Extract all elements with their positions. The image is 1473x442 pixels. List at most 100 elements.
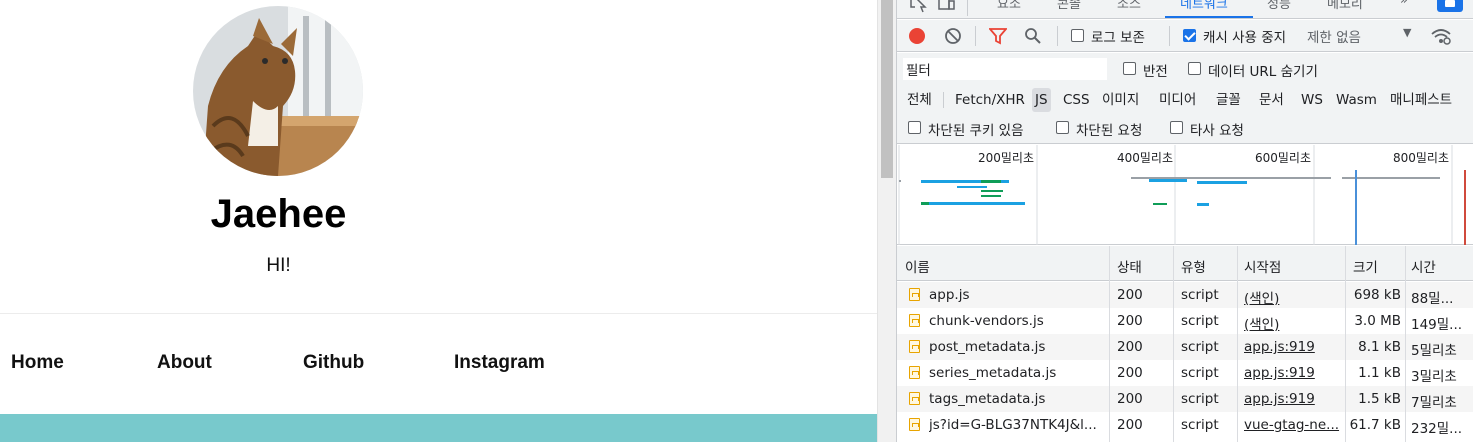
cell-status: 200 bbox=[1117, 339, 1143, 355]
tick-label-400ms: 400밀리초 bbox=[1117, 151, 1173, 165]
table-row[interactable]: app.js 200 script (색인) 698 kB 88밀... bbox=[897, 282, 1473, 308]
cell-status: 200 bbox=[1117, 287, 1143, 303]
tab-elements[interactable]: 요소 bbox=[997, 0, 1021, 12]
devtools-panel: 요소 콘솔 소스 네트워크 성능 메모리 » 로그 보존 캐시 사용 중지 제한… bbox=[896, 0, 1473, 442]
cell-type: script bbox=[1181, 287, 1219, 303]
cell-type: script bbox=[1181, 365, 1219, 381]
third-party-checkbox[interactable] bbox=[1170, 121, 1183, 134]
type-filter-images[interactable]: 이미지 bbox=[1100, 88, 1141, 112]
network-overview-timeline[interactable]: 200밀리초 400밀리초 600밀리초 800밀리초 bbox=[897, 145, 1473, 245]
table-header-row: 이름 상태 유형 시작점 크기 시간 bbox=[897, 246, 1473, 281]
tab-more-chevron[interactable]: » bbox=[1400, 0, 1408, 8]
record-icon[interactable] bbox=[908, 27, 926, 45]
nav-home-link[interactable]: Home bbox=[11, 352, 64, 374]
type-filter-fetch-xhr[interactable]: Fetch/XHR bbox=[953, 88, 1027, 112]
device-toolbar-icon[interactable] bbox=[937, 0, 957, 13]
clear-icon[interactable] bbox=[944, 27, 962, 45]
type-filter-font[interactable]: 글꼴 bbox=[1214, 88, 1243, 112]
tab-memory[interactable]: 메모리 bbox=[1327, 0, 1363, 12]
cell-name: post_metadata.js bbox=[929, 339, 1046, 355]
table-row[interactable]: js?id=G-BLG37NTK4J&l... 200 script vue-g… bbox=[897, 412, 1473, 438]
column-divider[interactable] bbox=[1405, 246, 1406, 442]
tab-sources[interactable]: 소스 bbox=[1117, 0, 1141, 12]
disable-cache-checkbox[interactable] bbox=[1183, 29, 1196, 42]
cell-initiator-link[interactable]: vue-gtag-ne... bbox=[1244, 417, 1344, 433]
column-divider[interactable] bbox=[1345, 246, 1346, 442]
blocked-cookies-checkbox[interactable] bbox=[908, 121, 921, 134]
table-row[interactable]: chunk-vendors.js 200 script (색인) 3.0 MB … bbox=[897, 308, 1473, 334]
inspect-element-icon[interactable] bbox=[909, 0, 929, 13]
profile-name: Jaehee bbox=[210, 192, 347, 236]
column-header-status[interactable]: 상태 bbox=[1117, 256, 1142, 276]
network-conditions-icon[interactable] bbox=[1430, 26, 1452, 46]
disable-cache-label: 캐시 사용 중지 bbox=[1203, 30, 1287, 46]
table-row[interactable]: post_metadata.js 200 script app.js:919 8… bbox=[897, 334, 1473, 360]
type-filter-wasm[interactable]: Wasm bbox=[1334, 88, 1379, 112]
table-row[interactable]: tags_metadata.js 200 script app.js:919 1… bbox=[897, 386, 1473, 412]
column-header-initiator[interactable]: 시작점 bbox=[1244, 256, 1281, 276]
cell-initiator-link[interactable]: (색인) bbox=[1244, 287, 1344, 307]
table-row[interactable]: series_metadata.js 200 script app.js:919… bbox=[897, 360, 1473, 386]
cell-size: 61.7 kB bbox=[1349, 417, 1401, 433]
cell-initiator-link[interactable]: app.js:919 bbox=[1244, 365, 1344, 381]
filter-input[interactable] bbox=[903, 58, 1107, 80]
cell-initiator-link[interactable]: app.js:919 bbox=[1244, 391, 1344, 407]
invert-checkbox[interactable] bbox=[1123, 62, 1136, 75]
column-divider[interactable] bbox=[1173, 246, 1174, 442]
cell-time: 7밀리초 bbox=[1411, 395, 1457, 411]
tab-network[interactable]: 네트워크 bbox=[1180, 0, 1228, 12]
type-filter-all[interactable]: 전체 bbox=[905, 88, 934, 112]
profile-greeting: HI! bbox=[266, 255, 291, 276]
type-filter-doc[interactable]: 문서 bbox=[1257, 88, 1286, 112]
cell-type: script bbox=[1181, 391, 1219, 407]
script-file-icon bbox=[909, 392, 920, 405]
divider bbox=[0, 313, 877, 314]
column-header-name[interactable]: 이름 bbox=[905, 256, 930, 276]
type-filter-ws[interactable]: WS bbox=[1299, 88, 1325, 112]
requests-table: 이름 상태 유형 시작점 크기 시간 app.js 200 script (색인… bbox=[897, 246, 1473, 442]
script-file-icon bbox=[909, 366, 920, 379]
type-filter-manifest[interactable]: 매니페스트 bbox=[1388, 88, 1454, 112]
page-scrollbar[interactable] bbox=[877, 0, 896, 442]
search-icon[interactable] bbox=[1024, 27, 1042, 45]
nav-github-link[interactable]: Github bbox=[303, 352, 364, 374]
profile-avatar bbox=[193, 6, 363, 176]
hide-data-urls-checkbox[interactable] bbox=[1188, 62, 1201, 75]
column-divider[interactable] bbox=[1237, 246, 1238, 442]
filter-icon[interactable] bbox=[989, 27, 1007, 45]
cell-status: 200 bbox=[1117, 391, 1143, 407]
network-toolbar: 로그 보존 캐시 사용 중지 제한 없음 ▼ bbox=[897, 20, 1473, 52]
hide-data-urls-label: 데이터 URL 숨기기 bbox=[1208, 64, 1318, 80]
blog-page: Jaehee HI! Home About Github Instagram bbox=[0, 0, 877, 442]
column-divider[interactable] bbox=[1109, 246, 1110, 442]
cell-initiator-link[interactable]: (색인) bbox=[1244, 313, 1344, 333]
cell-type: script bbox=[1181, 339, 1219, 355]
blocked-requests-checkbox[interactable] bbox=[1056, 121, 1069, 134]
tab-performance[interactable]: 성능 bbox=[1267, 0, 1291, 12]
cell-status: 200 bbox=[1117, 365, 1143, 381]
script-file-icon bbox=[909, 340, 920, 353]
tab-console[interactable]: 콘솔 bbox=[1057, 0, 1081, 12]
column-header-type[interactable]: 유형 bbox=[1181, 256, 1206, 276]
preserve-log-checkbox[interactable] bbox=[1071, 29, 1084, 42]
cell-name: chunk-vendors.js bbox=[929, 313, 1044, 329]
throttling-select[interactable]: 제한 없음 bbox=[1307, 26, 1361, 46]
cell-initiator-link[interactable]: app.js:919 bbox=[1244, 339, 1344, 355]
throttling-dropdown-icon[interactable]: ▼ bbox=[1403, 26, 1411, 39]
cell-size: 3.0 MB bbox=[1354, 313, 1401, 329]
tick-label-800ms: 800밀리초 bbox=[1393, 151, 1449, 165]
active-tab-indicator bbox=[1165, 16, 1253, 18]
type-filter-js[interactable]: JS bbox=[1032, 88, 1051, 112]
cell-size: 8.1 kB bbox=[1358, 339, 1401, 355]
type-filter-media[interactable]: 미디어 bbox=[1157, 88, 1198, 112]
issues-badge-icon[interactable] bbox=[1437, 0, 1463, 14]
cell-time: 232밀... bbox=[1411, 421, 1463, 437]
type-filter-css[interactable]: CSS bbox=[1061, 88, 1092, 112]
scrollbar-thumb[interactable] bbox=[881, 0, 893, 178]
nav-about-link[interactable]: About bbox=[157, 352, 212, 374]
cell-size: 1.1 kB bbox=[1358, 365, 1401, 381]
cell-time: 88밀... bbox=[1411, 291, 1454, 307]
nav-instagram-link[interactable]: Instagram bbox=[454, 352, 545, 374]
column-header-size[interactable]: 크기 bbox=[1353, 256, 1378, 276]
column-header-time[interactable]: 시간 bbox=[1411, 256, 1436, 276]
